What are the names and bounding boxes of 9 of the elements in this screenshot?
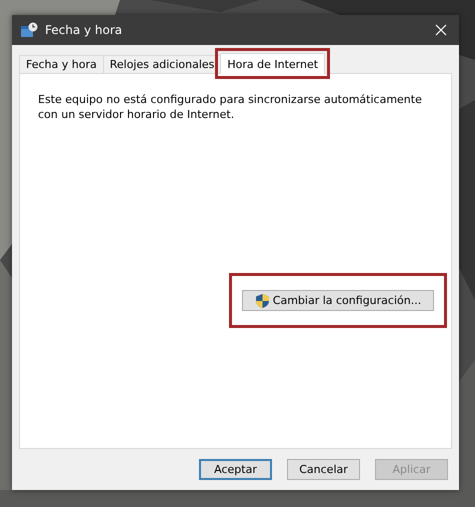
- close-button[interactable]: [433, 22, 449, 38]
- calendar-clock-icon: [20, 22, 38, 38]
- dialog-button[interactable]: Cancelar: [287, 459, 360, 480]
- status-message: Este equipo no está configurado para sincronizarse automáticamente con un servidor horario de Internet.: [38, 92, 423, 122]
- tab[interactable]: Fecha y hora: [19, 55, 104, 74]
- shield-icon: [254, 292, 270, 308]
- window-title: Fecha y hora: [45, 23, 124, 37]
- change-settings-button[interactable]: Cambiar la configuración...: [242, 290, 434, 311]
- dialog-button[interactable]: Aceptar: [199, 459, 272, 480]
